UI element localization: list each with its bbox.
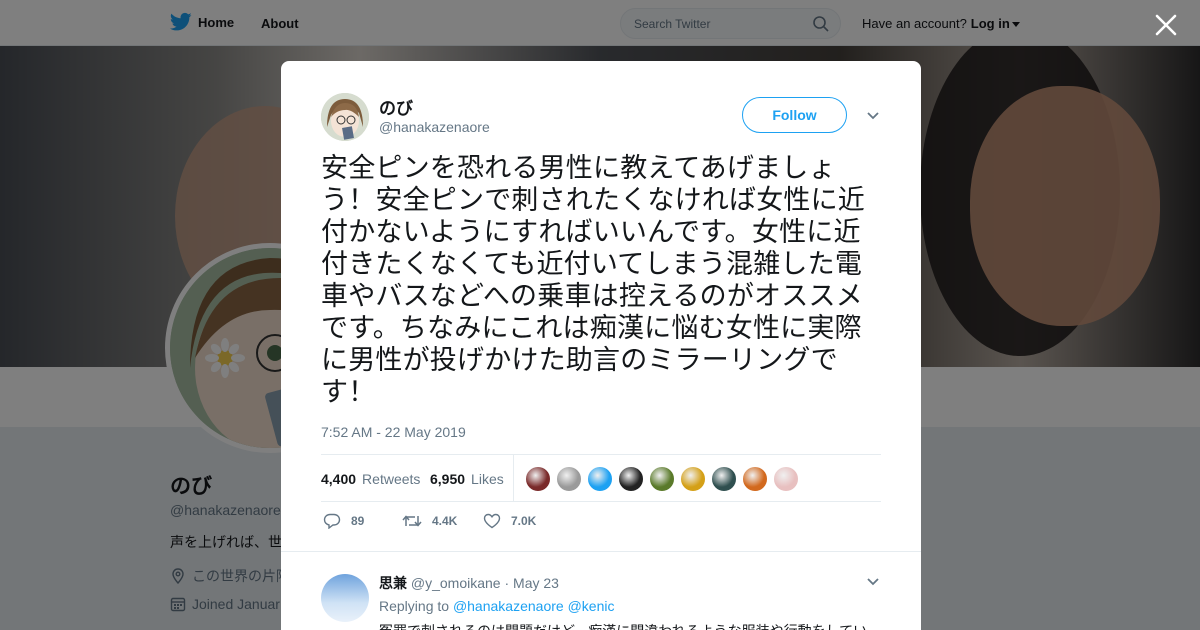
reply-separator: · [504, 575, 510, 591]
liker-avatar[interactable] [587, 466, 613, 492]
chevron-down-icon[interactable] [866, 577, 880, 587]
likes-stat[interactable]: 6,950 Likes [430, 471, 504, 487]
retweets-stat[interactable]: 4,400 Retweets [321, 471, 420, 487]
reply-header: 思兼 @y_omoikane · May 23 [379, 573, 559, 593]
retweets-count: 4,400 [321, 471, 357, 487]
likes-label: Likes [471, 471, 504, 487]
tweet-author-handle[interactable]: @hanakazenaore [379, 119, 490, 135]
reply-mention[interactable]: @kenic [568, 598, 615, 614]
reply-author-handle[interactable]: @y_omoikane [411, 575, 501, 591]
liker-avatar[interactable] [525, 466, 551, 492]
like-button[interactable]: 7.0K [483, 513, 536, 529]
liker-avatar[interactable] [680, 466, 706, 492]
tweet-author-avatar[interactable] [321, 93, 369, 141]
reply-icon [323, 513, 341, 529]
liker-avatar[interactable] [649, 466, 675, 492]
tweet-stats: 4,400 Retweets 6,950 Likes [321, 454, 881, 502]
chevron-down-icon[interactable] [866, 111, 880, 121]
retweet-icon [402, 515, 422, 527]
reply-date[interactable]: May 23 [513, 575, 559, 591]
liker-avatar[interactable] [556, 466, 582, 492]
liker-avatar[interactable] [773, 466, 799, 492]
reply-mention[interactable]: @hanakazenaore [453, 598, 564, 614]
reply-text: 冤罪で刺されるのは問題だけど、痴漢に間違われるような服装や行動をしてい [379, 621, 879, 630]
tweet-modal: のび @hanakazenaore Follow 安全ピンを恐れる男性に教えてあ… [281, 61, 921, 630]
tweet-author-name[interactable]: のび [379, 94, 413, 119]
tweet-actions: 89 4.4K 7.0K [321, 513, 881, 533]
heart-icon [483, 513, 501, 529]
reply-divider [281, 551, 921, 552]
reply-button[interactable]: 89 [323, 513, 364, 529]
tweet-timestamp[interactable]: 7:52 AM - 22 May 2019 [321, 424, 466, 440]
retweets-label: Retweets [362, 471, 421, 487]
reply-author-name[interactable]: 思兼 [379, 575, 407, 591]
close-icon[interactable] [1153, 12, 1179, 38]
replying-prefix: Replying to [379, 598, 450, 614]
like-action-count: 7.0K [511, 514, 537, 528]
follow-button[interactable]: Follow [742, 97, 847, 133]
reply-count: 89 [351, 514, 365, 528]
stats-divider [513, 455, 514, 501]
likers-avatars [525, 466, 799, 492]
retweet-button[interactable]: 4.4K [402, 513, 457, 529]
tweet-text: 安全ピンを恐れる男性に教えてあげましょう！安全ピンで刺されたくなければ女性に近付… [321, 153, 865, 408]
retweet-action-count: 4.4K [432, 514, 458, 528]
liker-avatar[interactable] [742, 466, 768, 492]
liker-avatar[interactable] [618, 466, 644, 492]
replying-to: Replying to @hanakazenaore @kenic [379, 598, 614, 614]
liker-avatar[interactable] [711, 466, 737, 492]
reply-author-avatar[interactable] [321, 574, 369, 622]
likes-count: 6,950 [430, 471, 466, 487]
